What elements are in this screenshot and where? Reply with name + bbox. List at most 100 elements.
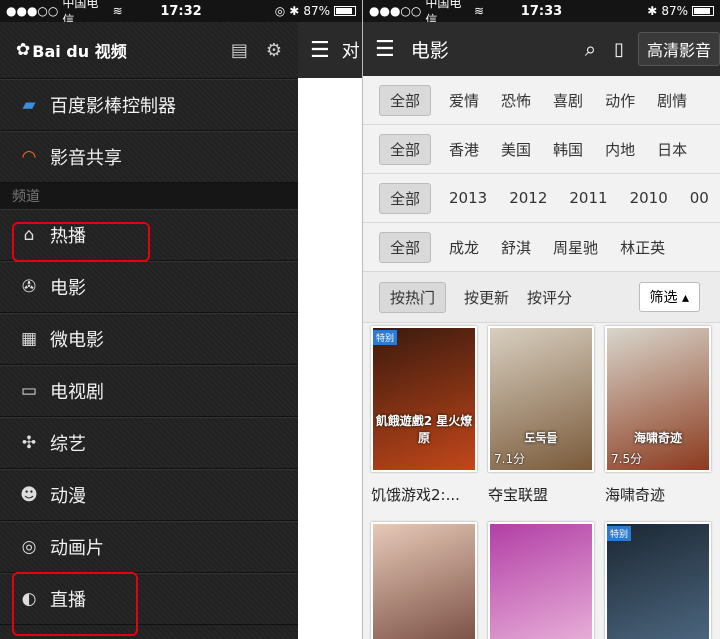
baidu-video-logo: ✿ Bai du 视频 xyxy=(16,40,127,61)
bluetooth-icon: ✱ xyxy=(647,4,658,18)
filter-chip[interactable]: 内地 xyxy=(605,139,635,160)
filter-chip[interactable]: 全部 xyxy=(379,84,432,116)
menu-item-remote-controller[interactable]: ▰ 百度影棒控制器 xyxy=(0,79,298,131)
poster-title-text: 도둑들 xyxy=(524,431,558,445)
movie-card[interactable] xyxy=(371,522,477,639)
side-drawer: ✿ Bai du 视频 ▤ ⚙ ▰ 百度影棒控制器 ◠ 影音共享 频道 ⌂ 热播 … xyxy=(0,22,298,639)
wifi-icon: ◠ xyxy=(21,147,37,167)
remote-control-icon[interactable]: ▯ xyxy=(614,39,624,60)
filter-chip[interactable]: 香港 xyxy=(449,139,479,160)
movie-title: 夺宝联盟 xyxy=(488,486,549,504)
filter-chip[interactable]: 日本 xyxy=(657,139,687,160)
signal-dots-icon: ●●●○○ xyxy=(369,4,422,18)
highlight-box-live xyxy=(12,572,138,636)
wifi-status-icon: ≋ xyxy=(112,4,123,18)
movie-poster[interactable] xyxy=(371,522,477,639)
movie-title: 饥饿游戏2:... xyxy=(371,486,460,504)
clock: 17:32 xyxy=(160,3,202,19)
battery-icon xyxy=(692,6,714,16)
filter-chip[interactable]: 全部 xyxy=(379,231,432,263)
status-bar: ●●●○○ 中国电信 ≋ 17:32 ◎ ✱ 87% xyxy=(0,0,362,27)
filter-chip[interactable]: 舒淇 xyxy=(501,237,531,258)
filter-chip[interactable]: 2011 xyxy=(569,189,607,207)
movie-poster[interactable]: 特别 飢餓遊戲2 星火燎原 xyxy=(371,326,477,472)
filter-chip[interactable]: 爱情 xyxy=(449,90,479,111)
channel-section-label: 频道 xyxy=(0,183,298,209)
wifi-status-icon: ≋ xyxy=(473,4,484,18)
paw-icon: ✿ xyxy=(16,40,31,60)
filter-row-genre: 全部 爱情 恐怖 喜剧 动作 剧情 xyxy=(363,76,720,125)
poster-title-text: 海啸奇迹 xyxy=(633,431,682,445)
movie-card[interactable]: 特别 xyxy=(605,522,711,639)
movie-poster[interactable]: 海啸奇迹 7.5分 xyxy=(605,326,711,472)
movie-title: 海啸奇迹 xyxy=(605,486,666,504)
filter-chip[interactable]: 2012 xyxy=(509,189,547,207)
channel-item-movie[interactable]: ✇ 电影 xyxy=(0,261,298,313)
movie-poster[interactable]: 特别 xyxy=(605,522,711,639)
filter-chip[interactable]: 周星驰 xyxy=(553,237,598,258)
channel-item-variety[interactable]: ✣ 综艺 xyxy=(0,417,298,469)
channel-item-cartoon[interactable]: ◎ 动画片 xyxy=(0,521,298,573)
hamburger-menu-icon[interactable]: ☰ xyxy=(375,37,395,62)
filter-chip[interactable]: 韩国 xyxy=(553,139,583,160)
tv-icon: ▭ xyxy=(20,381,38,401)
movie-card[interactable]: 海啸奇迹 7.5分 海啸奇迹 xyxy=(605,326,711,505)
channel-item-micro-movie[interactable]: ▦ 微电影 xyxy=(0,313,298,365)
peek-title: 对 xyxy=(341,41,360,62)
pinwheel-icon: ✣ xyxy=(21,433,37,453)
filter-chip[interactable]: 2013 xyxy=(449,189,487,207)
spiral-icon: ◎ xyxy=(21,537,37,557)
filter-chip[interactable]: 动作 xyxy=(605,90,635,111)
clock: 17:33 xyxy=(520,3,563,19)
filter-chip[interactable]: 成龙 xyxy=(449,237,479,258)
status-bar: ●●●○○ 中国电信 ≋ 17:33 ✱ 87% xyxy=(363,0,720,27)
search-icon[interactable]: ⌕ xyxy=(585,37,596,61)
sort-row: 按热门 按更新 按评分 筛选 ▴ xyxy=(363,272,720,323)
filter-chip[interactable]: 全部 xyxy=(379,133,432,165)
drawer-header: ✿ Bai du 视频 ▤ ⚙ xyxy=(0,22,298,79)
filter-chip[interactable]: 2010 xyxy=(630,189,668,207)
filter-chip[interactable]: 喜剧 xyxy=(553,90,583,111)
movie-poster[interactable]: 도둑들 7.1分 xyxy=(488,326,594,472)
filter-chip[interactable]: 恐怖 xyxy=(501,90,531,111)
filter-chip[interactable]: 林正英 xyxy=(620,237,665,258)
movie-card[interactable] xyxy=(488,522,594,639)
poster-title-text: 飢餓遊戲2 星火燎原 xyxy=(375,414,473,445)
highlight-box-hot xyxy=(12,222,150,262)
gear-icon[interactable]: ⚙ xyxy=(266,40,282,61)
right-phone-screen: ●●●○○ 中国电信 ≋ 17:33 ✱ 87% ☰ 电影 ⌕ ▯ 高清影音 全部 爱… xyxy=(362,0,720,639)
filter-chip[interactable]: 00 xyxy=(690,189,709,207)
movie-score: 7.1分 xyxy=(494,452,526,466)
filter-dropdown-button[interactable]: 筛选 ▴ xyxy=(638,282,700,312)
bear-icon: ☻ xyxy=(20,485,38,505)
lock-rotation-icon: ◎ xyxy=(274,4,286,18)
usb-stick-icon: ▰ xyxy=(22,95,36,115)
movie-score: 7.5分 xyxy=(611,452,643,466)
menu-item-media-share[interactable]: ◠ 影音共享 xyxy=(0,131,298,183)
page-title: 电影 xyxy=(410,39,449,62)
battery-percent: 87% xyxy=(303,4,331,18)
clapperboard-icon: ▦ xyxy=(20,329,38,349)
movie-card[interactable]: 도둑들 7.1分 夺宝联盟 xyxy=(488,326,594,505)
special-badge: 特别 xyxy=(607,526,632,541)
sort-by-hot-button[interactable]: 按热门 xyxy=(379,281,447,313)
quality-button[interactable]: 高清影音 xyxy=(637,32,720,66)
sort-by-update-button[interactable]: 按更新 xyxy=(464,287,509,308)
bluetooth-icon: ✱ xyxy=(289,4,300,18)
movie-poster[interactable] xyxy=(488,522,594,639)
movie-card[interactable]: 特别 飢餓遊戲2 星火燎原 饥饿游戏2:... xyxy=(371,326,477,505)
message-icon[interactable]: ▤ xyxy=(231,40,248,61)
film-reel-icon: ✇ xyxy=(21,277,37,297)
filter-chip[interactable]: 剧情 xyxy=(657,90,687,111)
filter-chip[interactable]: 美国 xyxy=(501,139,531,160)
channel-item-tv-series[interactable]: ▭ 电视剧 xyxy=(0,365,298,417)
sort-by-rating-button[interactable]: 按评分 xyxy=(527,287,572,308)
left-phone-screen: ●●●○○ 中国电信 ≋ 17:32 ◎ ✱ 87% ✿ Bai du 视频 ▤ ⚙ ▰ … xyxy=(0,0,362,639)
filter-chip[interactable]: 全部 xyxy=(379,182,432,214)
filter-row-actor: 全部 成龙 舒淇 周星驰 林正英 xyxy=(363,223,720,272)
filter-panel: 全部 爱情 恐怖 喜剧 动作 剧情 全部 香港 美国 韩国 内地 日本 全部 2… xyxy=(363,76,720,323)
channel-item-anime[interactable]: ☻ 动漫 xyxy=(0,469,298,521)
hamburger-menu-icon[interactable]: ☰ xyxy=(310,38,330,63)
battery-percent: 87% xyxy=(661,4,688,18)
signal-dots-icon: ●●●○○ xyxy=(6,4,59,18)
